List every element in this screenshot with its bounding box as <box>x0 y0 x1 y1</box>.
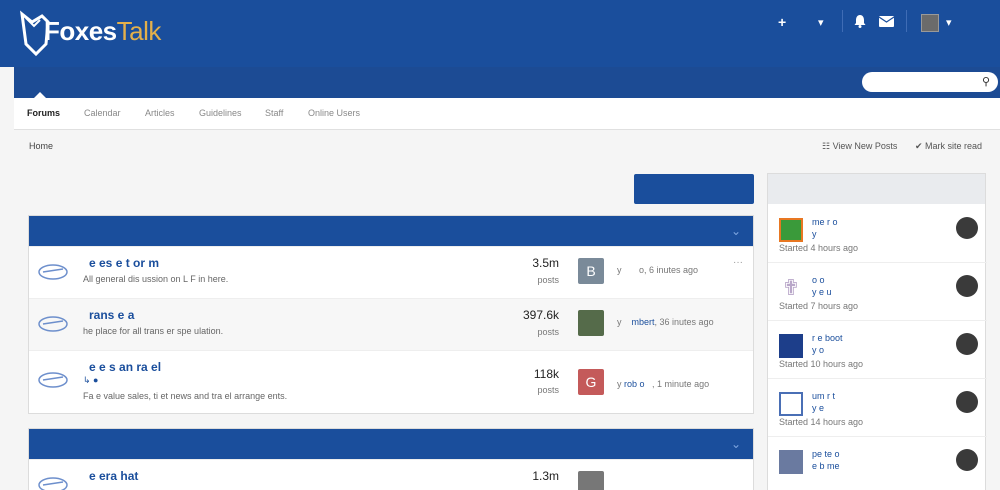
forum-title[interactable]: e e s an ra el <box>89 360 161 374</box>
forum-category: ⌄ e era hat 1.3m <box>28 428 754 490</box>
tab-staff[interactable]: Staff <box>265 108 283 118</box>
topic-avatar[interactable] <box>779 392 803 416</box>
chevron-down-icon[interactable]: ⌄ <box>731 437 741 451</box>
forum-fox-icon <box>38 477 68 490</box>
topic-title[interactable]: pe te o <box>812 449 840 459</box>
topic-date: Started 4 hours ago <box>779 243 859 253</box>
forum-title[interactable]: rans e a <box>89 308 134 322</box>
last-poster-avatar[interactable]: G <box>578 369 604 395</box>
forum-fox-icon <box>38 372 68 388</box>
topic-title[interactable]: r e boot <box>812 333 843 343</box>
post-count: 3.5m <box>532 256 559 270</box>
topic-author[interactable]: y o <box>812 345 824 355</box>
topic-avatar[interactable] <box>779 218 803 242</box>
create-icon[interactable]: + <box>778 14 786 30</box>
mark-read-link[interactable]: ✔ Mark site read <box>915 141 982 152</box>
post-count-label: posts <box>537 385 559 395</box>
forum-description: Fa e value sales, ti et news and tra el … <box>83 391 288 401</box>
tab-articles[interactable]: Articles <box>145 108 175 118</box>
topic-author[interactable]: y e <box>812 403 824 413</box>
cross-icon[interactable]: ✟ <box>779 276 803 300</box>
topic-item[interactable]: ✟ o o y e u Started 7 hours ago <box>768 263 987 321</box>
topic-author[interactable]: e b me <box>812 461 840 471</box>
view-new-posts-link[interactable]: ☷ View New Posts <box>822 141 897 152</box>
post-count-label: posts <box>537 327 559 337</box>
subforum-link-icon[interactable]: ↳ ● <box>83 375 98 386</box>
topic-date: Started 14 hours ago <box>779 417 864 427</box>
chevron-down-icon[interactable]: ⌄ <box>731 224 741 238</box>
forum-row[interactable]: e era hat 1.3m <box>29 459 753 490</box>
secondary-tabs: Forums Calendar Articles Guidelines Staf… <box>14 98 1000 130</box>
forum-description: All general dis ussion on L F in here. <box>83 274 229 284</box>
topic-item[interactable]: r e boot y o Started 10 hours ago <box>768 321 987 379</box>
user-avatar[interactable] <box>956 333 978 355</box>
user-avatar[interactable] <box>956 217 978 239</box>
forum-title[interactable]: e es e t or m <box>89 256 159 270</box>
bell-icon[interactable] <box>853 14 867 28</box>
brand-name[interactable]: FoxesTalk <box>44 16 161 47</box>
tab-guidelines[interactable]: Guidelines <box>199 108 242 118</box>
user-avatar[interactable] <box>921 14 939 32</box>
tab-online-users[interactable]: Online Users <box>308 108 360 118</box>
chevron-down-icon[interactable]: ▾ <box>818 16 824 29</box>
user-avatar[interactable] <box>956 391 978 413</box>
topic-date: Started 7 hours ago <box>779 301 859 311</box>
forum-row[interactable]: rans e a he place for all trans er spe u… <box>29 298 753 350</box>
topic-author[interactable]: y <box>812 229 817 239</box>
nav-bar <box>14 67 1000 98</box>
topic-avatar[interactable] <box>779 450 803 474</box>
mail-icon[interactable] <box>879 16 894 27</box>
topic-title[interactable]: um r t <box>812 391 835 401</box>
topic-item[interactable]: pe te o e b me <box>768 437 987 490</box>
last-post-info: y rob o , 1 minute ago <box>617 379 710 389</box>
user-avatar[interactable] <box>956 449 978 471</box>
last-poster-avatar[interactable] <box>578 471 604 490</box>
post-count: 397.6k <box>522 308 559 322</box>
last-post-info: y o, 6 inutes ago <box>617 265 699 275</box>
forum-description: he place for all trans er spe ulation. <box>83 326 224 336</box>
forum-row[interactable]: e es e t or m All general dis ussion on … <box>29 246 753 298</box>
tab-forums[interactable]: Forums <box>27 108 60 118</box>
user-menu-chevron-icon[interactable]: ▾ <box>946 16 952 29</box>
forum-fox-icon <box>38 264 68 280</box>
topic-avatar[interactable] <box>779 334 803 358</box>
topic-author[interactable]: y e u <box>812 287 832 297</box>
topic-item[interactable]: me r o y Started 4 hours ago <box>768 205 987 263</box>
user-avatar[interactable] <box>956 275 978 297</box>
forum-category: ⌄ e es e t or m All general dis ussion o… <box>28 215 754 414</box>
divider <box>906 10 907 32</box>
widget-header <box>768 174 985 204</box>
topic-item[interactable]: um r t y e Started 14 hours ago <box>768 379 987 437</box>
post-count: 118k <box>533 367 559 381</box>
category-header[interactable]: ⌄ <box>29 429 753 459</box>
category-header[interactable]: ⌄ <box>29 216 753 246</box>
forum-row[interactable]: e e s an ra el ↳ ● Fa e value sales, ti … <box>29 350 753 412</box>
last-poster-avatar[interactable] <box>578 310 604 336</box>
breadcrumb[interactable]: Home <box>29 141 53 151</box>
more-options-icon[interactable]: ··· <box>733 257 743 268</box>
topic-title[interactable]: me r o <box>812 217 838 227</box>
search-input[interactable]: ⚲ <box>862 72 998 92</box>
post-count: 1.3m <box>532 469 559 483</box>
recent-topics-widget: me r o y Started 4 hours ago ✟ o o y e u… <box>767 173 987 490</box>
post-count-label: posts <box>537 275 559 285</box>
topic-date: Started 10 hours ago <box>779 359 864 369</box>
tab-calendar[interactable]: Calendar <box>84 108 121 118</box>
topic-title[interactable]: o o <box>812 275 825 285</box>
site-header: FoxesTalk + ▾ ▾ <box>0 0 1000 67</box>
search-icon[interactable]: ⚲ <box>982 75 990 88</box>
last-poster-avatar[interactable]: B <box>578 258 604 284</box>
start-topic-button[interactable] <box>634 174 754 204</box>
last-post-info: y mbert, 36 inutes ago <box>617 317 714 327</box>
divider <box>842 10 843 32</box>
forum-title[interactable]: e era hat <box>89 469 138 483</box>
forum-fox-icon <box>38 316 68 332</box>
